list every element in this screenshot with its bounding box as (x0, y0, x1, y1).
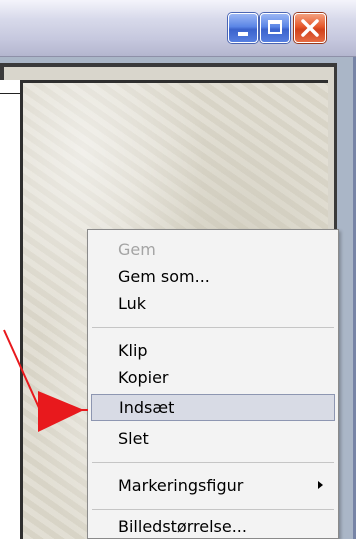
menu-item-indsaet[interactable]: Indsæt (91, 394, 335, 421)
menu-separator (92, 462, 334, 463)
close-icon (301, 19, 319, 37)
submenu-arrow-icon (318, 481, 323, 489)
maximize-icon (268, 20, 282, 34)
menu-item-kopier[interactable]: Kopier (91, 364, 335, 391)
window-title-bar[interactable] (0, 0, 356, 57)
close-button[interactable] (294, 13, 326, 43)
menu-item-luk[interactable]: Luk (91, 290, 335, 317)
context-menu: Gem Gem som... Luk Klip Kopier Indsæt Sl… (87, 229, 339, 539)
menu-item-markeringsfigur[interactable]: Markeringsfigur (91, 472, 335, 499)
menu-separator (92, 509, 334, 510)
screenshot-stage: Gem Gem som... Luk Klip Kopier Indsæt Sl… (0, 0, 356, 539)
outside-margin (0, 80, 20, 539)
menu-item-slet[interactable]: Slet (91, 425, 335, 452)
minimize-icon (238, 32, 248, 36)
menu-item-gem-som[interactable]: Gem som... (91, 263, 335, 290)
menu-separator (92, 327, 334, 328)
menu-item-label: Markeringsfigur (118, 476, 244, 495)
menu-item-billedstorrelse[interactable]: Billedstørrelse... (91, 513, 335, 539)
menu-item-klip[interactable]: Klip (91, 337, 335, 364)
menu-item-gem[interactable]: Gem (91, 236, 335, 263)
maximize-button[interactable] (260, 13, 290, 43)
annotation-line-stub (0, 93, 20, 94)
minimize-button[interactable] (228, 13, 258, 43)
